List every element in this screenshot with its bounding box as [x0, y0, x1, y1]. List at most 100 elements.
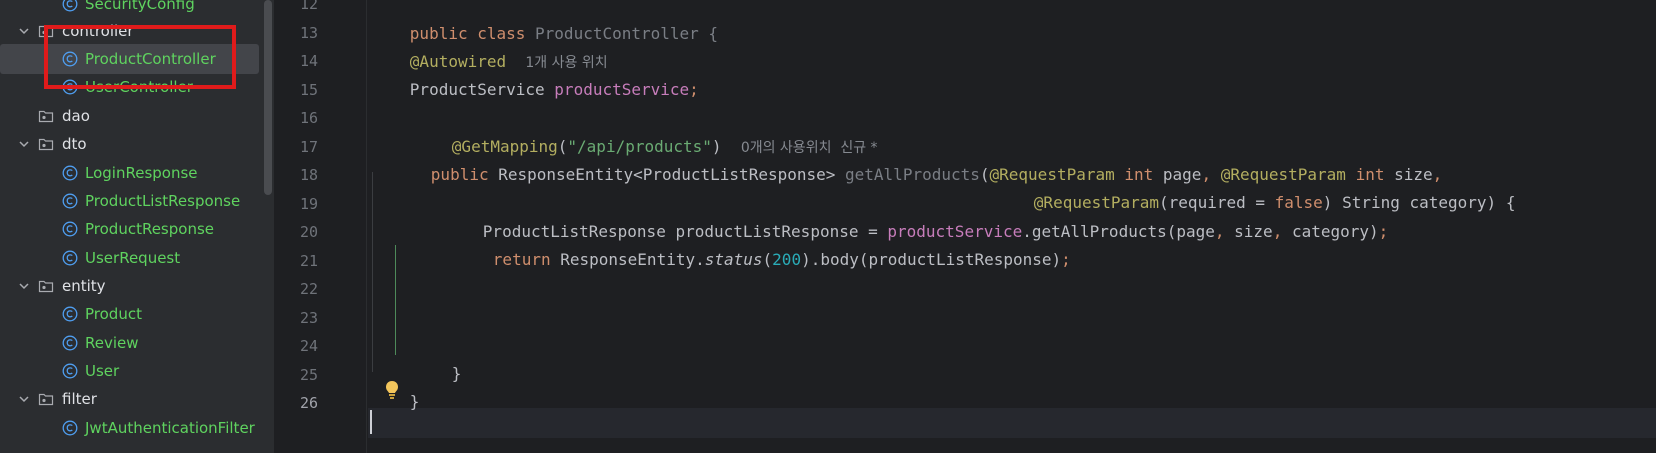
tree-item-controller[interactable]: controller — [0, 16, 262, 46]
tree-item-label: filter — [62, 390, 97, 408]
tree-item-label: UserRequest — [85, 249, 181, 267]
project-tree: SecurityConfig controller ProductControlle… — [0, 0, 262, 453]
package-folder-icon — [38, 393, 54, 406]
package-folder-icon — [38, 25, 54, 38]
chevron-down-icon[interactable] — [18, 25, 30, 37]
tree-item-loginresponse[interactable]: LoginResponse — [0, 158, 262, 188]
java-class-icon — [62, 165, 78, 181]
tree-item-label: ProductController — [85, 50, 216, 68]
tree-item-label: ProductResponse — [85, 220, 214, 238]
line-number[interactable]: 17 — [274, 132, 318, 162]
code-token: , — [1214, 222, 1235, 241]
tree-item-entity[interactable]: entity — [0, 271, 262, 301]
tree-item-label: Product — [85, 305, 142, 323]
code-token: ResponseEntity. — [560, 250, 705, 269]
line-number[interactable]: 18 — [274, 160, 318, 190]
line-number[interactable]: 19 — [274, 189, 318, 219]
code-token: size — [1234, 222, 1273, 241]
current-line-highlight — [274, 408, 1656, 438]
java-class-icon — [62, 335, 78, 351]
code-line-18[interactable]: @RequestParam(required = false) String c… — [976, 158, 1516, 212]
lightbulb-icon[interactable] — [384, 380, 400, 400]
tree-item-label: Review — [85, 334, 139, 352]
java-class-icon — [62, 193, 78, 209]
line-number[interactable]: 16 — [274, 103, 318, 133]
code-token: category) — [1291, 222, 1379, 241]
tree-item-label: UserController — [85, 78, 193, 96]
tree-scrollbar[interactable] — [262, 0, 274, 453]
java-class-icon — [62, 221, 78, 237]
tree-item-label: dao — [62, 107, 90, 125]
java-class-icon — [62, 51, 78, 67]
tree-item-filter[interactable]: filter — [0, 384, 262, 414]
code-token: getAllProducts — [845, 165, 980, 184]
line-number[interactable]: 24 — [274, 331, 318, 361]
tree-item-usercontroller[interactable]: UserController — [0, 72, 262, 102]
code-token: ResponseEntity<ProductListResponse> — [498, 165, 846, 184]
package-folder-icon — [38, 110, 54, 123]
code-token: return — [492, 250, 561, 269]
line-number[interactable]: 20 — [274, 217, 318, 247]
code-line-16[interactable]: @GetMapping("/api/products") 0개의 사용위치 신규… — [394, 102, 878, 156]
code-line-19[interactable]: ProductListResponse productListResponse … — [425, 187, 1389, 241]
java-class-icon — [62, 306, 78, 322]
tree-item-label: User — [85, 362, 120, 380]
tree-item-label: entity — [62, 277, 106, 295]
java-class-icon — [62, 420, 78, 436]
code-line-14[interactable]: ProductService productService; — [352, 45, 699, 99]
code-line-20[interactable]: return ResponseEntity.status(200).body(p… — [435, 215, 1071, 269]
line-number[interactable]: 12 — [274, 0, 318, 19]
tree-item-jwtauthenticationfilter[interactable]: JwtAuthenticationFilter — [0, 413, 262, 443]
line-number[interactable]: 26 — [274, 388, 318, 418]
package-folder-icon — [38, 280, 54, 293]
tree-item-label: dto — [62, 135, 87, 153]
code-line-17[interactable]: public ResponseEntity<ProductListRespons… — [373, 130, 1442, 184]
tree-item-productcontroller[interactable]: ProductController — [0, 44, 259, 74]
tree-item-productresponse[interactable]: ProductResponse — [0, 214, 262, 244]
code-token: public — [430, 165, 499, 184]
tree-item-review[interactable]: Review — [0, 328, 262, 358]
line-number[interactable]: 21 — [274, 246, 318, 276]
line-number[interactable]: 22 — [274, 274, 318, 304]
chevron-down-icon[interactable] — [18, 138, 30, 150]
line-number[interactable]: 23 — [274, 303, 318, 333]
code-token: , — [1272, 222, 1292, 241]
chevron-down-icon[interactable] — [18, 393, 30, 405]
java-class-icon — [62, 79, 78, 95]
code-token: } — [409, 392, 420, 411]
java-class-icon — [62, 250, 78, 266]
code-token: 200 — [772, 250, 802, 269]
chevron-down-icon[interactable] — [18, 280, 30, 292]
code-token: status — [704, 250, 763, 269]
text-caret — [370, 410, 372, 434]
code-token: productService — [554, 80, 690, 99]
line-number[interactable]: 25 — [274, 360, 318, 390]
code-line-24[interactable]: } — [394, 329, 462, 383]
code-token: ; — [1061, 250, 1071, 269]
java-class-icon — [62, 0, 78, 12]
tree-item-label: ProductListResponse — [85, 192, 241, 210]
code-editor[interactable]: 12 13 14 15 16 17 18 19 20 21 22 23 24 25 26 public cl… — [274, 0, 1656, 453]
ide-window: SecurityConfig controller ProductControlle… — [0, 0, 1656, 453]
tree-item-product[interactable]: Product — [0, 299, 262, 329]
code-line-13[interactable]: @Autowired 1개 사용 위치 — [352, 17, 608, 71]
package-folder-icon — [38, 138, 54, 151]
code-token: ).body(productListResponse) — [801, 250, 1062, 269]
code-token: ProductService — [409, 80, 555, 99]
tree-item-label: controller — [62, 22, 134, 40]
code-token: ; — [689, 80, 699, 99]
tree-item-dto[interactable]: dto — [0, 129, 262, 159]
line-number[interactable]: 15 — [274, 75, 318, 105]
tree-item-productlistresponse[interactable]: ProductListResponse — [0, 186, 262, 216]
code-token: ; — [1378, 222, 1389, 241]
tree-item-userrequest[interactable]: UserRequest — [0, 243, 262, 273]
tree-item-label: JwtAuthenticationFilter — [85, 419, 255, 437]
tree-item-dao[interactable]: dao — [0, 101, 262, 131]
tree-item-label: LoginResponse — [85, 164, 198, 182]
tree-scrollbar-thumb[interactable] — [264, 0, 272, 195]
line-number[interactable]: 14 — [274, 46, 318, 76]
line-number[interactable]: 13 — [274, 18, 318, 48]
code-token: } — [451, 364, 462, 383]
java-class-icon — [62, 363, 78, 379]
tree-item-user[interactable]: User — [0, 356, 262, 386]
